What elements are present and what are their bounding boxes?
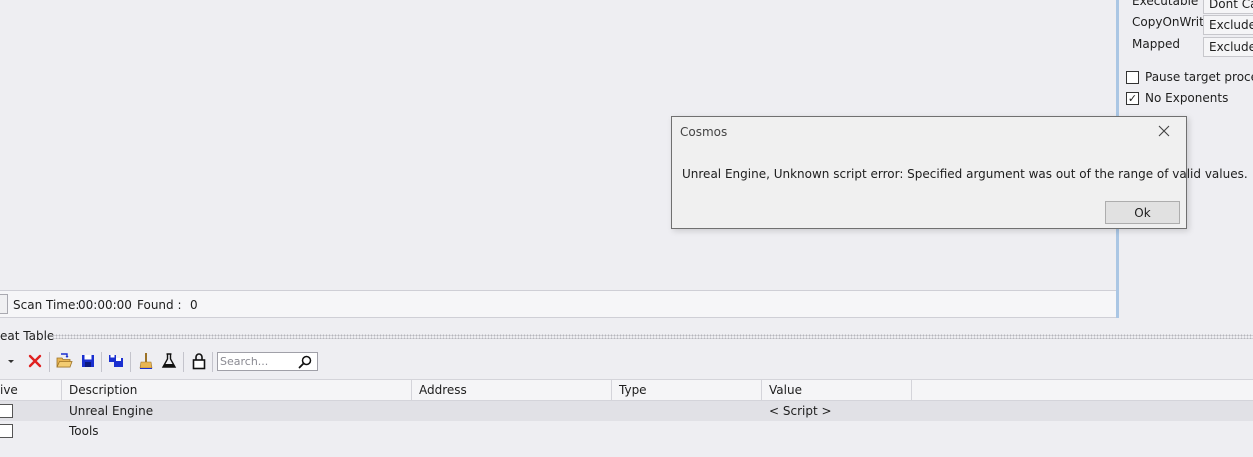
toolbar-separator <box>49 352 50 372</box>
mapped-select[interactable]: Exclude <box>1203 37 1253 57</box>
column-type[interactable]: Type <box>612 380 762 401</box>
delete-button[interactable] <box>26 352 44 370</box>
row-value <box>762 421 769 441</box>
dialog-message: Unreal Engine, Unknown script error: Spe… <box>682 167 1248 181</box>
active-checkbox[interactable] <box>0 404 13 418</box>
chevron-down-icon <box>8 360 14 363</box>
test-button[interactable] <box>160 352 178 370</box>
column-description[interactable]: Description <box>62 380 412 401</box>
close-icon[interactable] <box>1156 123 1172 139</box>
open-button[interactable] <box>55 352 73 370</box>
progress-bar <box>0 294 8 314</box>
scan-time-label: Scan Time: <box>13 298 80 312</box>
row-address <box>412 401 419 421</box>
table-row[interactable]: Tools <box>0 421 1253 441</box>
search-input[interactable] <box>220 354 296 369</box>
save-icon <box>82 355 94 367</box>
status-bar: Scan Time: 00:00:00 Found : 0 <box>0 290 1116 318</box>
save-multiple-icon <box>109 355 123 367</box>
checkmark-icon[interactable]: ✓ <box>1126 91 1139 105</box>
scan-time-value: 00:00:00 <box>78 298 132 312</box>
toolbar-separator <box>183 352 184 372</box>
flask-icon <box>161 353 177 368</box>
row-address <box>412 421 419 441</box>
dropdown-arrow[interactable] <box>5 352 17 370</box>
error-dialog: Cosmos Unreal Engine, Unknown script err… <box>671 116 1248 229</box>
cheat-table-title: eat Table <box>0 329 55 343</box>
toolbar-separator <box>101 352 102 372</box>
toolbar-separator <box>130 352 131 372</box>
option-label-copyonwrite: CopyOnWrite <box>1132 15 1212 29</box>
found-label: Found : <box>137 298 182 312</box>
save-all-button[interactable] <box>107 352 125 370</box>
checkbox-label: Pause target process <box>1145 70 1253 84</box>
column-address[interactable]: Address <box>412 380 612 401</box>
search-icon[interactable] <box>297 354 313 370</box>
checkbox-box[interactable] <box>1126 70 1139 84</box>
found-value: 0 <box>190 298 198 312</box>
search-box[interactable] <box>217 352 318 371</box>
open-folder-icon <box>56 353 73 368</box>
executable-select[interactable]: Dont Care <box>1203 0 1253 14</box>
ok-button[interactable]: Ok <box>1105 201 1180 224</box>
row-type <box>612 401 619 421</box>
row-description: Tools <box>69 424 99 438</box>
grip-dots[interactable] <box>52 334 1253 339</box>
table-header: ive Description Address Type Value <box>0 379 1253 401</box>
option-label-mapped: Mapped <box>1132 37 1180 51</box>
padlock-icon <box>192 353 206 370</box>
checkbox-label: No Exponents <box>1145 91 1229 105</box>
save-button[interactable] <box>79 352 97 370</box>
row-type <box>612 421 619 441</box>
cheat-table: ive Description Address Type Value Unrea… <box>0 379 1253 457</box>
dialog-title: Cosmos <box>680 125 728 139</box>
cheat-table-toolbar <box>0 350 1253 374</box>
pause-target-process-checkbox[interactable]: Pause target process <box>1126 69 1253 85</box>
no-exponents-checkbox[interactable]: ✓ No Exponents <box>1126 90 1228 106</box>
active-checkbox[interactable] <box>0 424 13 438</box>
lock-button[interactable] <box>190 352 208 370</box>
row-description: Unreal Engine <box>69 404 154 418</box>
option-label-executable: Executable <box>1132 0 1199 8</box>
broom-icon <box>139 353 153 369</box>
toolbar-separator <box>212 352 213 372</box>
delete-icon <box>28 354 42 368</box>
clear-button[interactable] <box>137 352 155 370</box>
column-active[interactable]: ive <box>0 380 62 401</box>
cheat-table-header: eat Table <box>0 328 1253 346</box>
row-value: < Script > <box>769 404 832 418</box>
column-value[interactable]: Value <box>762 380 912 401</box>
copyonwrite-select[interactable]: Exclude <box>1203 15 1253 35</box>
table-row[interactable]: Unreal Engine < Script > <box>0 401 1253 421</box>
